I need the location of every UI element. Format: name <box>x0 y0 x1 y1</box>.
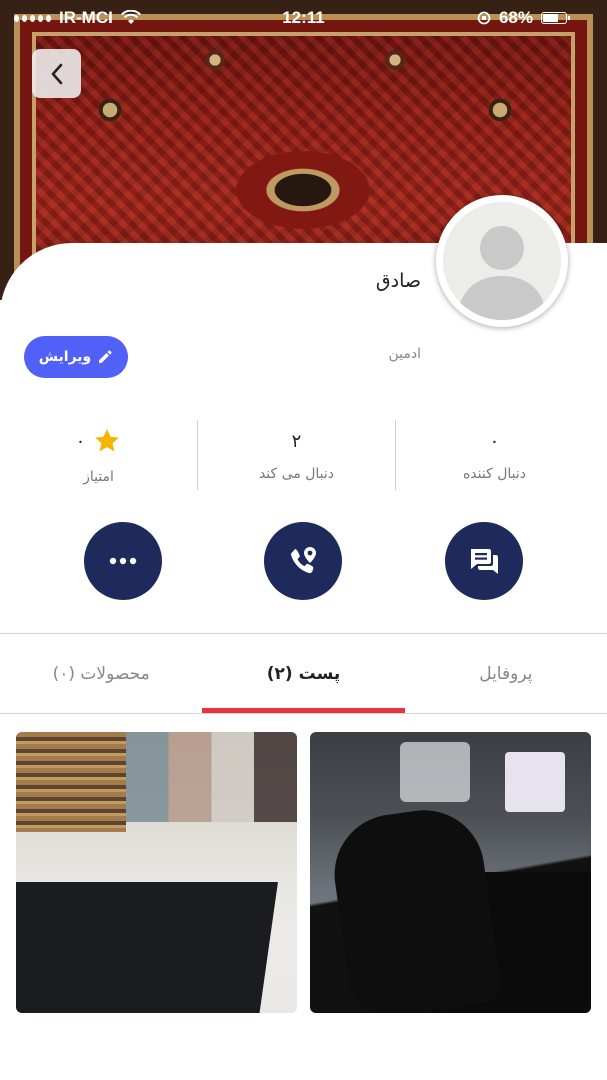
battery-percent: 68% <box>498 8 533 27</box>
edit-label: ویرایش <box>38 349 92 365</box>
tab-posts[interactable]: پست (۲) <box>202 634 404 714</box>
battery-icon <box>541 12 570 24</box>
phone-location-icon <box>291 547 316 574</box>
tab-profile[interactable]: پروفایل <box>405 634 607 714</box>
action-buttons <box>0 522 607 602</box>
post-thumbnail[interactable] <box>16 732 297 1013</box>
more-button[interactable] <box>84 522 162 600</box>
following-value: ۲ <box>291 430 302 452</box>
post-thumbnail[interactable] <box>310 732 591 1013</box>
user-silhouette-icon <box>443 202 561 320</box>
followers-label: دنبال کننده <box>462 465 527 482</box>
status-right: 68% <box>477 8 570 28</box>
rating-value-wrap: ۰ <box>76 427 122 455</box>
tabs-divider-bottom <box>0 713 607 714</box>
edit-button[interactable]: ویرایش <box>24 336 128 378</box>
battery-fill <box>543 14 558 22</box>
carrier-label: IR-MCI <box>59 8 113 27</box>
status-left: IR-MCI <box>14 8 141 28</box>
post-image-detail <box>126 732 297 822</box>
post-image-detail <box>400 742 470 802</box>
tab-bar: محصولات (۰) پست (۲) پروفایل <box>0 634 607 714</box>
stat-followers[interactable]: ۰ دنبال کننده <box>396 420 593 492</box>
back-button[interactable] <box>32 49 81 98</box>
star-icon <box>95 429 120 452</box>
wifi-icon <box>120 10 141 24</box>
followers-value: ۰ <box>489 430 500 452</box>
status-bar: IR-MCI 12:11 68% <box>0 0 607 36</box>
user-role: ادمین <box>388 346 421 362</box>
following-label: دنبال می کند <box>258 465 335 482</box>
orientation-lock-icon <box>477 11 491 25</box>
avatar[interactable] <box>436 195 568 327</box>
chevron-left-icon <box>51 63 62 84</box>
post-image-detail <box>505 752 565 812</box>
pencil-icon <box>99 350 112 363</box>
call-button[interactable] <box>264 522 342 600</box>
user-name: صادق <box>375 270 421 292</box>
tab-products[interactable]: محصولات (۰) <box>0 634 202 714</box>
signal-icon <box>14 14 51 22</box>
stats-row: ۰ امتیاز ۲ دنبال می کند ۰ دنبال کننده <box>0 420 607 492</box>
avatar-placeholder <box>443 202 561 320</box>
post-image-detail <box>16 882 278 1013</box>
chat-button[interactable] <box>445 522 523 600</box>
post-image-detail <box>326 802 504 1013</box>
stat-rating[interactable]: ۰ امتیاز <box>0 420 197 492</box>
chat-icon <box>471 549 498 574</box>
stat-following[interactable]: ۲ دنبال می کند <box>198 420 395 492</box>
post-image-detail <box>16 732 126 832</box>
more-icon <box>109 557 137 565</box>
rating-label: امتیاز <box>83 469 114 485</box>
rating-value: ۰ <box>75 430 86 452</box>
